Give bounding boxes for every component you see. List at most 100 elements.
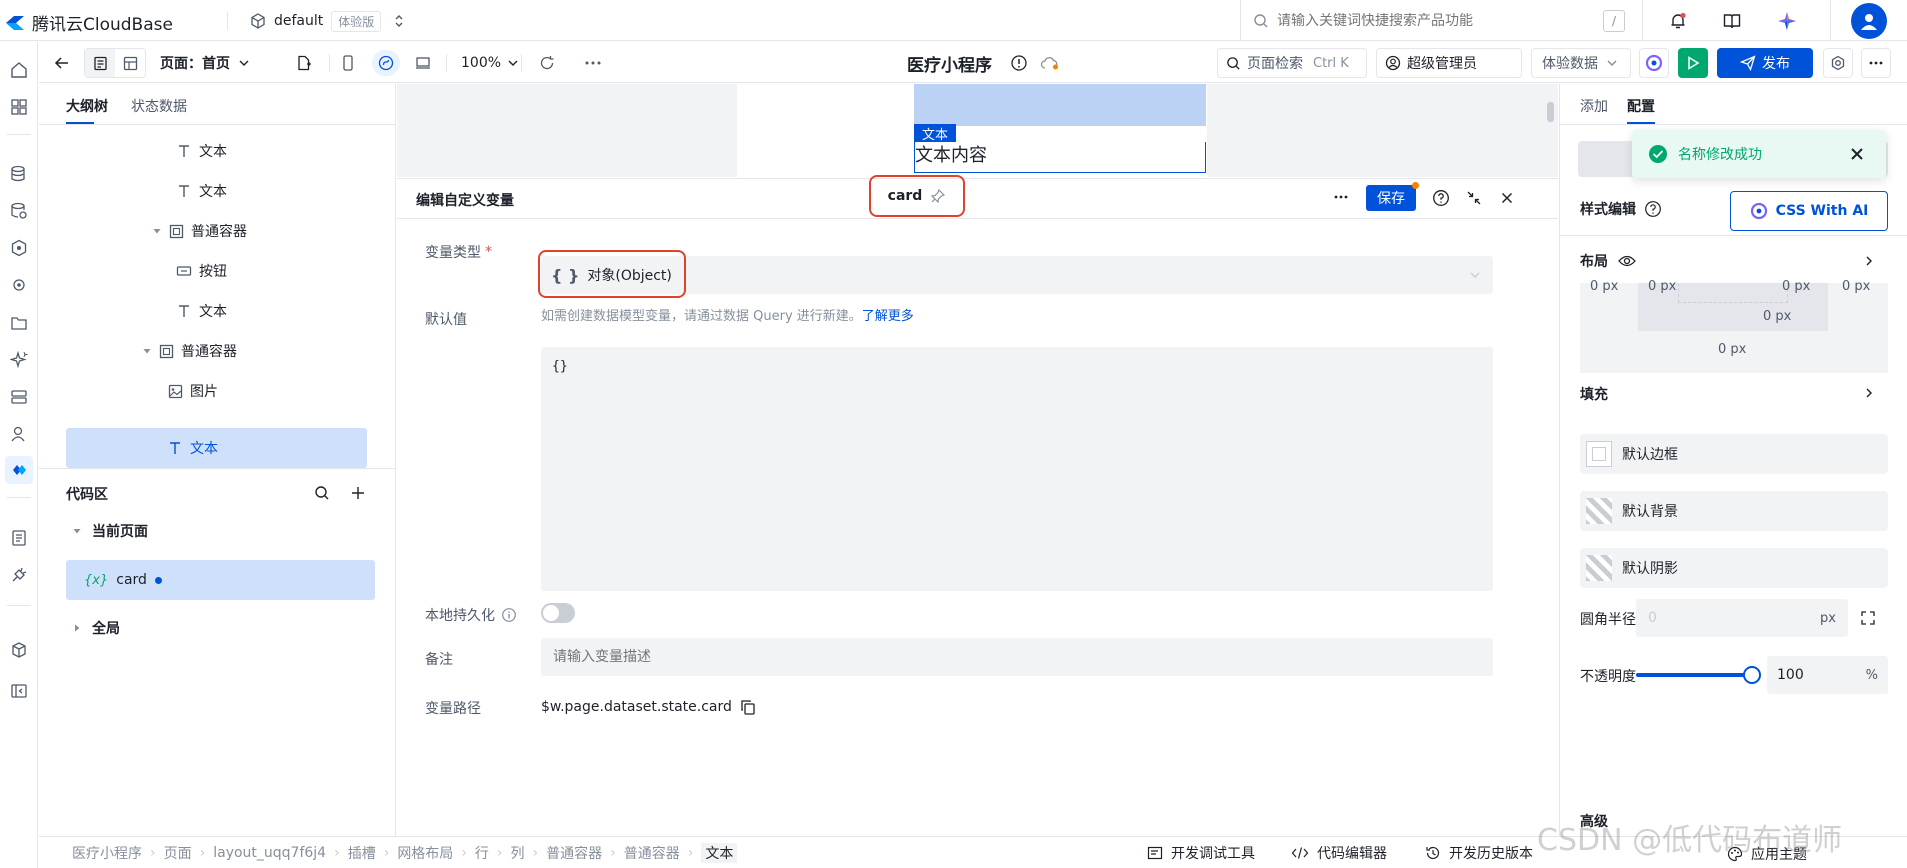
logs-icon[interactable] — [5, 524, 33, 552]
close-icon[interactable] — [1496, 187, 1518, 209]
user-manage-icon[interactable] — [5, 420, 33, 448]
padding-left-value[interactable]: 0 px — [1648, 279, 1676, 294]
search-icon[interactable] — [310, 481, 334, 505]
help-circle-icon[interactable] — [1644, 200, 1662, 218]
padding-bottom-value[interactable]: 0 px — [1763, 309, 1791, 324]
default-background-row[interactable]: 默认背景 — [1580, 491, 1888, 531]
tree-node-text[interactable]: 文本 — [175, 175, 227, 207]
server-stack-icon[interactable] — [5, 383, 33, 411]
margin-right-value[interactable]: 0 px — [1842, 279, 1870, 294]
collapse-arrows-icon[interactable] — [1463, 187, 1485, 209]
caret-down-icon[interactable] — [142, 346, 152, 356]
global-search[interactable]: / — [1253, 8, 1625, 34]
global-search-input[interactable] — [1277, 13, 1577, 29]
persist-toggle[interactable] — [541, 603, 575, 623]
info-circle-icon[interactable] — [1010, 54, 1028, 72]
data-mode-selector[interactable]: 体验数据 — [1531, 48, 1631, 78]
padding-right-value[interactable]: 0 px — [1782, 279, 1810, 294]
tree-node-container[interactable]: 普通容器 — [142, 335, 237, 367]
more-dots-icon[interactable] — [580, 50, 606, 76]
dev-tools-button[interactable]: 开发调试工具 — [1147, 843, 1255, 863]
preview-play-icon[interactable] — [1678, 48, 1708, 78]
new-page-icon[interactable] — [291, 50, 317, 76]
history-button[interactable]: 开发历史版本 — [1425, 843, 1533, 863]
page-search-button[interactable]: 页面检索 Ctrl K — [1217, 48, 1367, 78]
hexagon-icon[interactable] — [5, 234, 33, 262]
home-icon[interactable] — [5, 56, 33, 84]
code-editor-button[interactable]: 代码编辑器 — [1291, 843, 1387, 863]
opacity-input[interactable]: 100 % — [1767, 656, 1888, 694]
variable-item-card[interactable]: {x} card — [66, 560, 375, 600]
note-input[interactable] — [541, 638, 1493, 676]
publish-button[interactable]: 发布 — [1717, 48, 1813, 78]
learn-more-link[interactable]: 了解更多 — [862, 305, 914, 324]
variable-name-edit[interactable]: card — [869, 175, 965, 217]
global-group[interactable]: 全局 — [72, 617, 120, 639]
more-dots-icon[interactable] — [1861, 48, 1891, 78]
lowcode-app-icon[interactable] — [5, 456, 33, 484]
tree-node-text[interactable]: 文本 — [175, 295, 227, 327]
expand-corners-icon[interactable] — [1860, 610, 1876, 626]
advanced-label[interactable]: 高级 — [1580, 811, 1608, 831]
close-icon[interactable] — [1850, 147, 1864, 161]
refresh-icon[interactable] — [534, 50, 560, 76]
settings-gear-icon[interactable] — [1823, 48, 1853, 78]
layout-icon[interactable] — [115, 49, 145, 77]
mobile-view-icon[interactable] — [335, 50, 361, 76]
default-value-editor[interactable]: {} — [541, 347, 1493, 591]
tab-add[interactable]: 添加 — [1580, 96, 1608, 116]
breadcrumb-item[interactable]: 文本 — [701, 842, 738, 863]
info-circle-icon[interactable] — [501, 607, 517, 623]
selected-text-component[interactable]: 文本内容 — [914, 142, 1206, 173]
database-icon[interactable] — [5, 160, 33, 188]
add-plus-icon[interactable] — [346, 481, 370, 505]
zoom-selector[interactable]: 100% — [461, 50, 519, 76]
margin-bottom-value[interactable]: 0 px — [1718, 342, 1746, 357]
tab-state-data[interactable]: 状态数据 — [131, 96, 187, 116]
save-button[interactable]: 保存 — [1366, 182, 1419, 211]
tree-node-text-selected[interactable]: 文本 — [166, 432, 218, 464]
desktop-view-icon[interactable] — [410, 50, 436, 76]
workflow-icon[interactable] — [5, 271, 33, 299]
fill-section-header[interactable]: 填充 — [1580, 384, 1608, 404]
opacity-slider-thumb[interactable] — [1743, 666, 1761, 684]
default-border-row[interactable]: 默认边框 — [1580, 434, 1888, 474]
role-selector[interactable]: 超级管理员 — [1376, 48, 1522, 78]
extension-plug-icon[interactable] — [5, 561, 33, 589]
pin-icon[interactable] — [930, 188, 946, 204]
default-shadow-row[interactable]: 默认阴影 — [1580, 548, 1888, 588]
eye-icon[interactable] — [1618, 254, 1636, 268]
ai-assistant-icon[interactable] — [1639, 48, 1669, 78]
notification-bell-icon[interactable] — [1665, 8, 1691, 34]
breadcrumb-item[interactable]: 医疗小程序 — [72, 843, 142, 863]
more-dots-icon[interactable] — [1329, 185, 1353, 209]
breadcrumb-item[interactable]: 行 — [475, 843, 489, 863]
layout-section-header[interactable]: 布局 — [1580, 250, 1636, 272]
css-with-ai-button[interactable]: CSS With AI — [1730, 191, 1888, 231]
user-avatar[interactable] — [1851, 3, 1887, 39]
breadcrumb-item[interactable]: 普通容器 — [624, 843, 680, 863]
help-circle-icon[interactable] — [1430, 187, 1452, 209]
chevron-right-icon[interactable] — [1863, 387, 1875, 399]
breadcrumb-item[interactable]: 插槽 — [348, 843, 376, 863]
radius-input[interactable]: 0 px — [1636, 599, 1848, 637]
breadcrumb-item[interactable]: 页面 — [164, 843, 192, 863]
breadcrumb-item[interactable]: 普通容器 — [546, 843, 602, 863]
settings-cube-icon[interactable] — [5, 636, 33, 664]
tree-node-text[interactable]: 文本 — [175, 135, 227, 167]
apply-theme-button[interactable]: 应用主题 — [1727, 844, 1807, 864]
caret-down-icon[interactable] — [152, 226, 162, 236]
env-selector[interactable]: default 体验版 — [250, 8, 405, 34]
ai-star-icon[interactable] — [1774, 8, 1800, 34]
ai-sparkle-icon[interactable] — [5, 346, 33, 374]
margin-left-value[interactable]: 0 px — [1590, 279, 1618, 294]
miniprogram-view-icon[interactable] — [372, 50, 400, 76]
docs-book-icon[interactable] — [1719, 8, 1745, 34]
apps-grid-icon[interactable] — [5, 93, 33, 121]
breadcrumb-item[interactable]: layout_uqq7f6j4 — [213, 845, 326, 861]
page-list-icon[interactable] — [85, 49, 115, 77]
opacity-slider[interactable] — [1636, 666, 1761, 684]
chevron-right-icon[interactable] — [1863, 255, 1875, 267]
cloud-sync-icon[interactable] — [1040, 55, 1060, 71]
storage-folder-icon[interactable] — [5, 309, 33, 337]
